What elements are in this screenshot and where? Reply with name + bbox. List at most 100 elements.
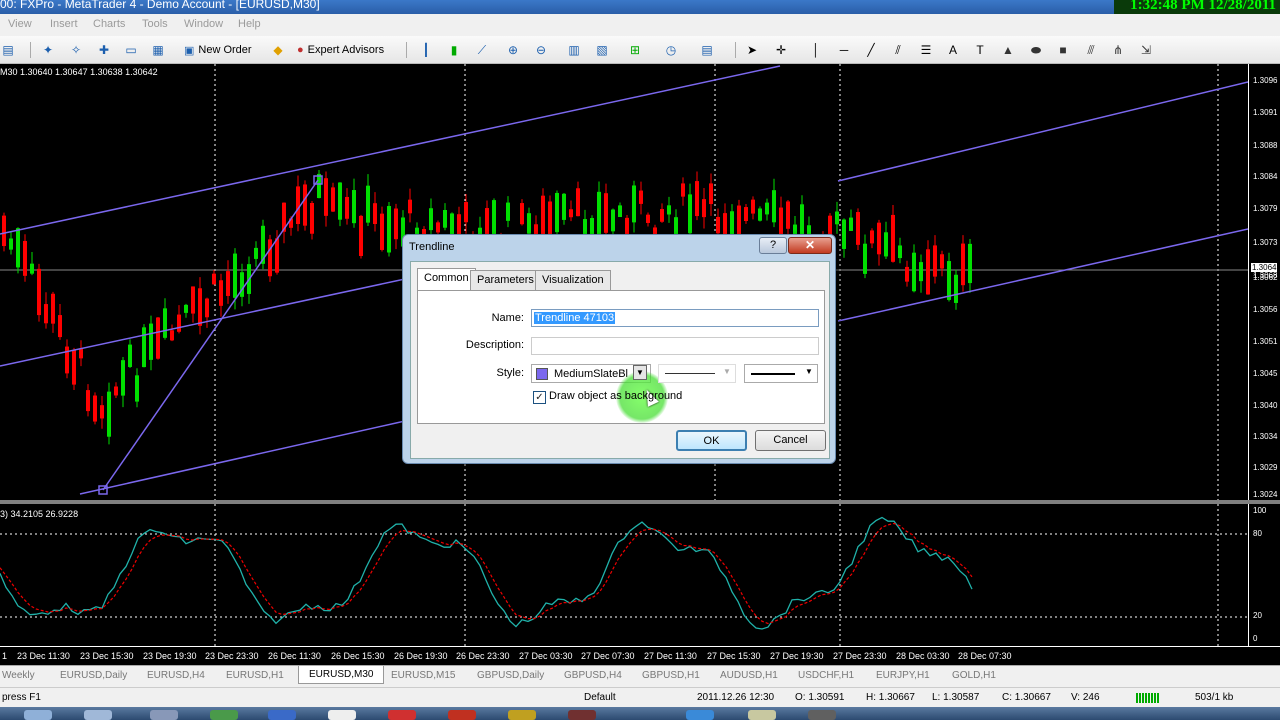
data-window-icon[interactable]: ▭ [123, 42, 139, 58]
chart-tab[interactable]: EURUSD,Daily [60, 670, 127, 681]
taskbar-app-icon[interactable] [268, 710, 296, 720]
ellipse-icon[interactable]: ⬬ [1028, 42, 1044, 58]
taskbar-app-icon[interactable] [686, 710, 714, 720]
chart-tab[interactable]: AUDUSD,H1 [720, 670, 778, 681]
taskbar-app-icon[interactable] [748, 710, 776, 720]
chevron-down-icon: ▼ [723, 367, 731, 376]
taskbar-app-icon[interactable] [328, 710, 356, 720]
tile-windows-icon[interactable]: ▥ [566, 42, 582, 58]
chart-tab[interactable]: Weekly [2, 670, 35, 681]
time-axis: 1 23 Dec 11:30 23 Dec 15:30 23 Dec 19:30 23 … [0, 646, 1280, 664]
menu-charts[interactable]: Charts [93, 18, 125, 30]
terminal-icon[interactable]: ▦ [150, 42, 166, 58]
candle-body [772, 190, 776, 223]
indicators-icon[interactable]: ⊞ [627, 42, 643, 58]
line-style-select[interactable]: ▼ [658, 364, 736, 383]
menu-help[interactable]: Help [238, 18, 261, 30]
expert-advisors-button[interactable]: ● Expert Advisors [297, 41, 384, 59]
tab-parameters[interactable]: Parameters [470, 270, 541, 290]
candle-body [373, 203, 377, 225]
text-icon[interactable]: A [945, 42, 961, 58]
name-field[interactable]: Trendline 47103 [531, 309, 819, 327]
arrows-icon[interactable]: ⇲ [1138, 42, 1154, 58]
candle-body [44, 304, 48, 324]
taskbar-app-icon[interactable] [24, 710, 52, 720]
ok-button[interactable]: OK [676, 430, 747, 451]
vertical-line-icon[interactable]: │ [808, 42, 824, 58]
pitchfork-icon[interactable]: ⋔ [1110, 42, 1126, 58]
templates-icon[interactable]: ▤ [699, 42, 715, 58]
tab-visualization[interactable]: Visualization [535, 270, 611, 290]
taskbar-app-icon[interactable] [448, 710, 476, 720]
market-watch-icon[interactable]: ✚ [96, 42, 112, 58]
horizontal-line-icon[interactable]: ─ [836, 42, 852, 58]
taskbar-app-icon[interactable] [210, 710, 238, 720]
chart-tab[interactable]: EURUSD,H4 [147, 670, 205, 681]
line-chart-icon[interactable]: ⟋ [474, 42, 490, 58]
chart-tab[interactable]: GOLD,H1 [952, 670, 996, 681]
chart-tab[interactable]: GBPUSD,H4 [564, 670, 622, 681]
line-width-select[interactable]: ▼ [744, 364, 818, 383]
chart-tab[interactable]: GBPUSD,H1 [642, 670, 700, 681]
chart-tab[interactable]: EURUSD,H1 [226, 670, 284, 681]
navigator-icon[interactable]: ✧ [68, 42, 84, 58]
candle-body [905, 266, 909, 282]
taskbar-app-icon[interactable] [808, 710, 836, 720]
chart-tab[interactable]: EURUSD,M30 [298, 666, 385, 684]
candle-body [177, 314, 181, 332]
candle-body [702, 199, 706, 218]
crosshair-icon[interactable]: ✛ [773, 42, 789, 58]
menu-view[interactable]: View [8, 18, 32, 30]
zoom-out-icon[interactable]: ⊖ [533, 42, 549, 58]
help-button[interactable]: ? [759, 237, 787, 254]
candle-body [639, 190, 643, 204]
new-order-button[interactable]: ▣ New Order [184, 41, 252, 59]
taskbar-app-icon[interactable] [568, 710, 596, 720]
zoom-in-icon[interactable]: ⊕ [505, 42, 521, 58]
cancel-button[interactable]: Cancel [755, 430, 826, 451]
triangle-icon[interactable]: ▲ [1000, 42, 1016, 58]
candle-body [695, 181, 699, 217]
new-chart-icon[interactable]: ✦ [40, 42, 56, 58]
chart-tab[interactable]: USDCHF,H1 [798, 670, 854, 681]
taskbar-app-icon[interactable] [508, 710, 536, 720]
profiles-icon[interactable]: ▤ [0, 42, 16, 58]
chart-shift-icon[interactable]: ▧ [594, 42, 610, 58]
cursor-icon[interactable]: ➤ [744, 42, 760, 58]
gann-icon[interactable]: ⫻ [1083, 42, 1099, 58]
autotrading-icon[interactable]: ◆ [270, 42, 286, 58]
status-open: O: 1.30591 [795, 692, 845, 703]
candle-body [688, 194, 692, 234]
taskbar-app-icon[interactable] [150, 710, 178, 720]
tab-common[interactable]: Common [417, 268, 476, 291]
channel-icon[interactable]: ⫽ [890, 42, 906, 58]
taskbar-app-icon[interactable] [388, 710, 416, 720]
price-axis: 1.3096 1.3091 1.3088 1.3084 1.3079 1.3073 1.30… [1248, 64, 1280, 500]
expert-advisors-icon: ● [297, 44, 304, 56]
menu-window[interactable]: Window [184, 18, 223, 30]
chart-tab[interactable]: EURJPY,H1 [876, 670, 930, 681]
taskbar-app-icon[interactable] [84, 710, 112, 720]
candle-body [926, 249, 930, 295]
description-field[interactable] [531, 337, 819, 355]
candle-body [30, 263, 34, 274]
bar-chart-icon[interactable]: ┃ [418, 42, 434, 58]
chevron-down-icon[interactable]: ▼ [633, 365, 647, 380]
status-traffic: 503/1 kb [1195, 692, 1234, 703]
close-button[interactable]: ✕ [788, 237, 832, 254]
menu-insert[interactable]: Insert [50, 18, 78, 30]
menu-tools[interactable]: Tools [142, 18, 168, 30]
candlestick-icon[interactable]: ▮ [446, 42, 462, 58]
candle-body [898, 245, 902, 259]
chart-tab[interactable]: GBPUSD,Daily [477, 670, 544, 681]
periods-icon[interactable]: ◷ [663, 42, 679, 58]
rectangle-icon[interactable]: ■ [1055, 42, 1071, 58]
chart-tab[interactable]: EURUSD,M15 [391, 670, 455, 681]
fibonacci-icon[interactable]: ☰ [918, 42, 934, 58]
trendline-icon[interactable]: ╱ [863, 42, 879, 58]
text-label-icon[interactable]: T [972, 42, 988, 58]
oscillator-pane[interactable]: 3) 34.2105 26.9228 [0, 504, 1280, 646]
background-checkbox[interactable]: ✓ [533, 391, 546, 404]
dialog-title: Trendline [409, 241, 455, 253]
channel-lower-line [79, 420, 406, 495]
